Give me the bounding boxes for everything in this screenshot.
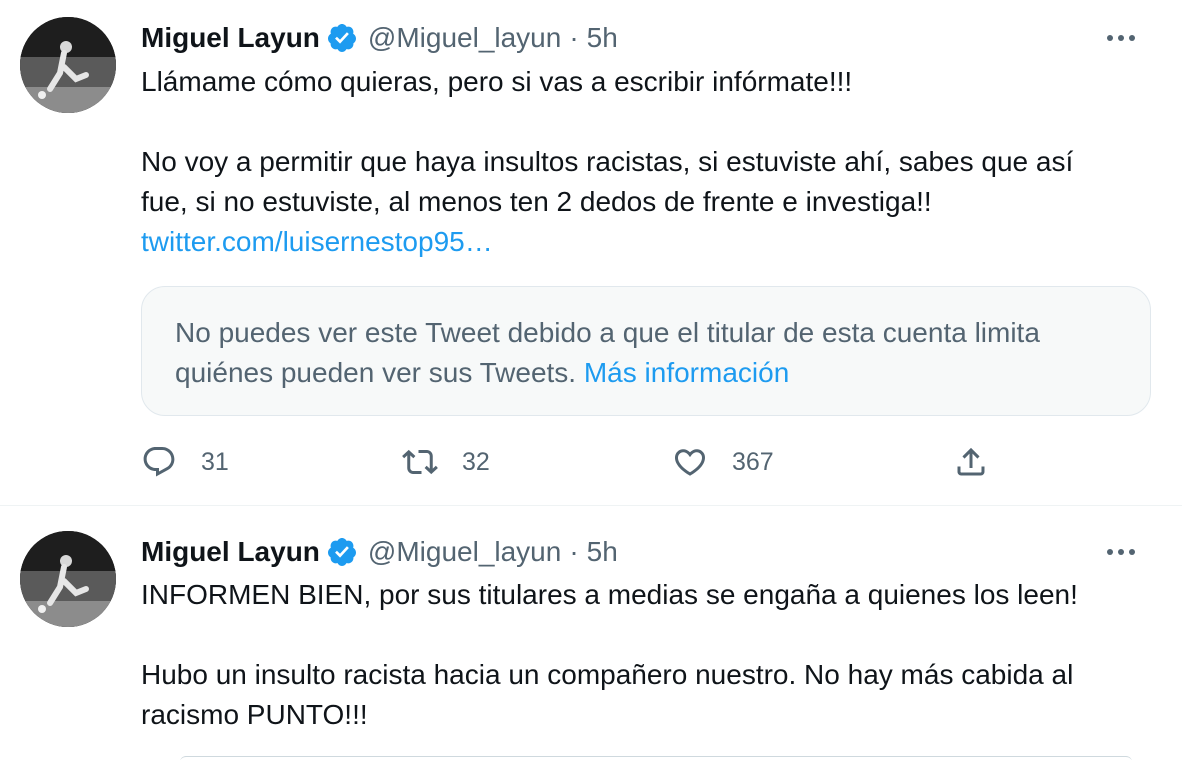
tweet-text-line: Hubo un insulto racista hacia un compañe…	[141, 659, 1074, 690]
reply-button[interactable]: 31	[141, 440, 229, 484]
tweet-text-line: INFORMEN BIEN, por sus titulares a media…	[141, 579, 1078, 610]
share-button[interactable]	[953, 440, 989, 484]
separator-dot: ·	[569, 536, 579, 567]
tweet-actions: 31 32 367	[141, 440, 1041, 484]
author-handle[interactable]: @Miguel_layun	[368, 536, 561, 568]
verified-badge-icon	[327, 24, 356, 52]
like-count: 367	[732, 447, 774, 476]
verified-badge-icon	[327, 538, 356, 566]
tweet-text-line: racismo PUNTO!!!	[141, 699, 368, 730]
tweet-text-line: Llámame cómo quieras, pero si vas a escr…	[141, 66, 853, 97]
learn-more-link[interactable]: Más información	[584, 357, 789, 388]
author-handle[interactable]: @Miguel_layun	[368, 22, 561, 54]
tweet-link[interactable]: twitter.com/luisernestop95…	[141, 222, 1161, 262]
tweet-header: Miguel Layun @Miguel_layun · 5h	[141, 532, 1161, 572]
tweet[interactable]: Miguel Layun @Miguel_layun · 5h Llámame …	[0, 0, 1182, 506]
reply-count: 31	[201, 447, 229, 476]
avatar[interactable]	[20, 531, 116, 627]
unavailable-quote-card: No puedes ver este Tweet debido a que el…	[141, 286, 1151, 416]
retweet-icon	[402, 449, 438, 475]
separator-dot: ·	[569, 22, 579, 53]
more-options-icon[interactable]	[1101, 22, 1141, 54]
avatar[interactable]	[20, 17, 116, 113]
tweet-text-line: No voy a permitir que haya insultos raci…	[141, 146, 1074, 177]
quote-notice-line: quiénes pueden ver sus Tweets. Más infor…	[175, 357, 790, 388]
share-icon	[957, 447, 985, 476]
retweet-button[interactable]: 32	[402, 440, 490, 484]
like-button[interactable]: 367	[672, 440, 774, 484]
author-name[interactable]: Miguel Layun	[141, 536, 320, 568]
author-name[interactable]: Miguel Layun	[141, 22, 320, 54]
quote-notice-line: No puedes ver este Tweet debido a que el…	[175, 317, 1040, 348]
tweet-text-line: fue, si no estuviste, al menos ten 2 ded…	[141, 186, 932, 217]
more-options-icon[interactable]	[1101, 536, 1141, 568]
reply-icon	[143, 447, 175, 477]
heart-icon	[674, 449, 706, 476]
timestamp[interactable]: 5h	[587, 536, 618, 568]
timestamp[interactable]: 5h	[587, 22, 618, 54]
embedded-card-edge	[180, 756, 1132, 760]
retweet-count: 32	[462, 447, 490, 476]
tweet-header: Miguel Layun @Miguel_layun · 5h	[141, 18, 1161, 58]
